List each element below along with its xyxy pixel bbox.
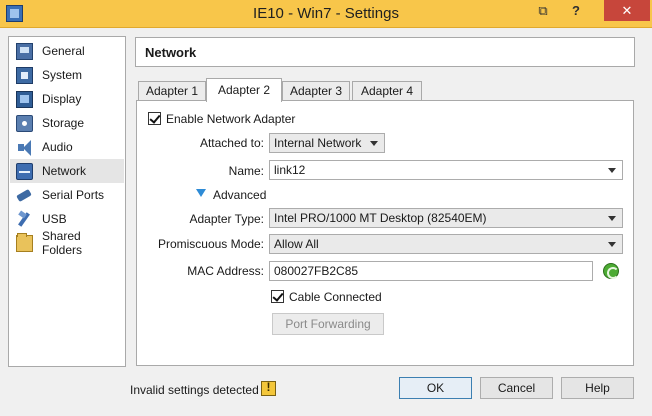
advanced-label[interactable]: Advanced [213,188,266,202]
advanced-expand-icon[interactable] [196,189,207,198]
sidebar-item-label: Shared Folders [42,229,83,257]
sidebar-item-label: System [42,68,83,82]
sidebar-item-usb[interactable]: USB [10,207,124,231]
audio-icon [16,139,33,156]
serial-port-icon [16,187,33,204]
sidebar-item-label: Storage [42,116,85,130]
usb-icon [16,211,33,228]
adapter-type-select[interactable]: Intel PRO/1000 MT Desktop (82540EM) [269,208,623,228]
shared-folder-icon [16,232,33,252]
sidebar-item-general[interactable]: General [10,39,124,63]
chevron-down-icon [608,168,616,173]
sidebar-item-label: USB [42,212,67,226]
chevron-down-icon [608,242,616,247]
attached-to-label: Attached to: [199,136,264,150]
ok-button[interactable]: OK [399,377,472,399]
help-title-button[interactable]: ? [566,0,586,21]
title-bar: IE10 - Win7 - Settings ⧉ ? ✕ [0,0,652,28]
warning-icon[interactable] [261,380,276,396]
sidebar-item-audio[interactable]: Audio [10,135,124,159]
system-icon [16,66,33,84]
enable-adapter-checkbox[interactable] [148,112,161,125]
cancel-button[interactable]: Cancel [480,377,553,399]
sidebar-item-serial-ports[interactable]: Serial Ports [10,183,124,207]
mac-address-value: 080027FB2C85 [274,264,359,278]
display-icon [16,90,33,108]
sidebar-item-network[interactable]: Network [10,159,124,183]
network-icon [16,162,33,180]
sidebar-item-display[interactable]: Display [10,87,124,111]
storage-icon [16,114,33,132]
sidebar-item-label: Display [42,92,82,106]
name-combobox[interactable]: link12 [269,160,623,180]
name-label: Name: [228,164,264,178]
tab-adapter-4[interactable]: Adapter 4 [352,81,422,101]
cable-connected-label: Cable Connected [289,290,382,304]
chevron-down-icon [608,216,616,221]
mac-address-label: MAC Address: [187,264,264,278]
sidebar-item-system[interactable]: System [10,63,124,87]
tab-adapter-2[interactable]: Adapter 2 [206,78,282,102]
page-header: Network [135,37,635,67]
window-title: IE10 - Win7 - Settings [253,5,399,22]
close-button[interactable]: ✕ [604,0,650,21]
enable-adapter-label: Enable Network Adapter [166,112,296,126]
port-forwarding-button[interactable]: Port Forwarding [272,313,384,335]
help-button[interactable]: Help [561,377,634,399]
sidebar-item-shared-folders[interactable]: Shared Folders [10,229,124,257]
promiscuous-mode-label: Promiscuous Mode: [157,237,264,251]
refresh-mac-icon[interactable] [603,263,619,279]
promiscuous-mode-value: Allow All [274,237,319,251]
attached-to-select[interactable]: Internal Network [269,133,385,153]
tab-adapter-3[interactable]: Adapter 3 [282,81,350,101]
name-value: link12 [274,163,306,177]
mac-address-input[interactable]: 080027FB2C85 [269,261,593,281]
status-message: Invalid settings detected [130,383,259,397]
page-title: Network [145,45,197,60]
attached-to-value: Internal Network [274,136,362,150]
promiscuous-mode-select[interactable]: Allow All [269,234,623,254]
adapter-type-label: Adapter Type: [189,212,265,226]
sidebar-item-label: General [42,44,85,58]
sidebar-item-storage[interactable]: Storage [10,111,124,135]
tab-adapter-1[interactable]: Adapter 1 [138,81,206,101]
sidebar-item-label: Network [42,164,87,178]
restore-button[interactable]: ⧉ [533,0,553,21]
general-icon [16,42,33,60]
sidebar-item-label: Serial Ports [42,188,105,202]
adapter-type-value: Intel PRO/1000 MT Desktop (82540EM) [274,211,487,225]
chevron-down-icon [370,141,378,146]
sidebar-item-label: Audio [42,140,73,154]
cable-connected-checkbox[interactable] [271,290,284,303]
settings-sidebar: General System Display Storage Audio Net… [8,36,126,367]
